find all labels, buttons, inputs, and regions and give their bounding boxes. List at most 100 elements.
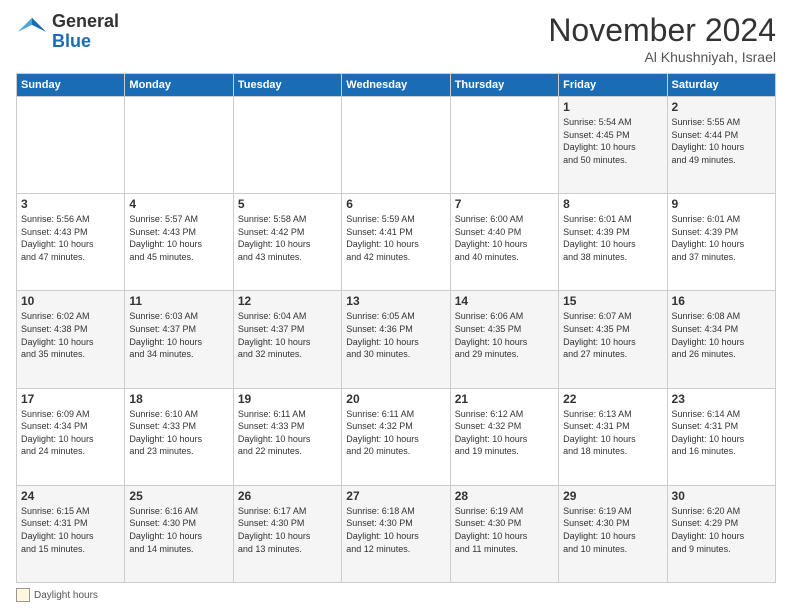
calendar-day-header: Saturday [667,74,775,97]
day-number: 25 [129,489,228,503]
day-number: 27 [346,489,445,503]
day-info: Sunrise: 6:01 AM Sunset: 4:39 PM Dayligh… [672,213,771,263]
day-info: Sunrise: 6:06 AM Sunset: 4:35 PM Dayligh… [455,310,554,360]
calendar-cell: 18Sunrise: 6:10 AM Sunset: 4:33 PM Dayli… [125,388,233,485]
day-info: Sunrise: 6:14 AM Sunset: 4:31 PM Dayligh… [672,408,771,458]
calendar-day-header: Friday [559,74,667,97]
legend-color [16,588,30,602]
calendar-day-header: Wednesday [342,74,450,97]
calendar-cell: 20 Sunrise: 6:11 AM Sunset: 4:32 PM Dayli… [342,388,450,485]
day-number: 29 [563,489,662,503]
title-block: November 2024 Al Khushniyah, Israel [548,12,776,65]
calendar-cell [342,97,450,194]
day-number: 24 [21,489,120,503]
day-info: Sunrise: 6:07 AM Sunset: 4:35 PM Dayligh… [563,310,662,360]
day-info: Sunrise: 5:56 AM Sunset: 4:43 PM Dayligh… [21,213,120,263]
logo-text: General Blue [52,12,119,52]
day-number: 19 [238,392,337,406]
calendar-cell: 29Sunrise: 6:19 AM Sunset: 4:30 PM Dayli… [559,485,667,582]
day-number: 26 [238,489,337,503]
day-number: 10 [21,294,120,308]
day-number: 22 [563,392,662,406]
day-number: 20 [346,392,445,406]
day-info: Sunrise: 6:02 AM Sunset: 4:38 PM Dayligh… [21,310,120,360]
day-info: Sunrise: 6:11 AM Sunset: 4:32 PM Dayligh… [346,408,445,458]
location-subtitle: Al Khushniyah, Israel [548,49,776,65]
day-info: Sunrise: 6:20 AM Sunset: 4:29 PM Dayligh… [672,505,771,555]
calendar-cell: 16Sunrise: 6:08 AM Sunset: 4:34 PM Dayli… [667,291,775,388]
calendar-cell: 12 Sunrise: 6:04 AM Sunset: 4:37 PM Dayli… [233,291,341,388]
day-number: 5 [238,197,337,211]
logo-blue: Blue [52,31,91,51]
calendar-cell: 30 Sunrise: 6:20 AM Sunset: 4:29 PM Dayli… [667,485,775,582]
calendar-week-row: 24 Sunrise: 6:15 AM Sunset: 4:31 PM Dayli… [17,485,776,582]
calendar-cell: 22 Sunrise: 6:13 AM Sunset: 4:31 PM Dayli… [559,388,667,485]
calendar-cell: 17Sunrise: 6:09 AM Sunset: 4:34 PM Dayli… [17,388,125,485]
calendar-header-row: SundayMondayTuesdayWednesdayThursdayFrid… [17,74,776,97]
calendar-day-header: Tuesday [233,74,341,97]
day-number: 7 [455,197,554,211]
calendar-day-header: Monday [125,74,233,97]
day-number: 23 [672,392,771,406]
logo-general: General [52,11,119,31]
day-number: 4 [129,197,228,211]
day-number: 13 [346,294,445,308]
day-info: Sunrise: 6:15 AM Sunset: 4:31 PM Dayligh… [21,505,120,555]
day-info: Sunrise: 6:13 AM Sunset: 4:31 PM Dayligh… [563,408,662,458]
calendar-cell: 19Sunrise: 6:11 AM Sunset: 4:33 PM Dayli… [233,388,341,485]
day-number: 30 [672,489,771,503]
calendar-cell: 25Sunrise: 6:16 AM Sunset: 4:30 PM Dayli… [125,485,233,582]
day-info: Sunrise: 5:54 AM Sunset: 4:45 PM Dayligh… [563,116,662,166]
calendar-week-row: 3 Sunrise: 5:56 AM Sunset: 4:43 PM Daylig… [17,194,776,291]
day-info: Sunrise: 6:03 AM Sunset: 4:37 PM Dayligh… [129,310,228,360]
day-info: Sunrise: 6:19 AM Sunset: 4:30 PM Dayligh… [455,505,554,555]
calendar-day-header: Sunday [17,74,125,97]
calendar-cell: 9 Sunrise: 6:01 AM Sunset: 4:39 PM Daylig… [667,194,775,291]
calendar-cell: 15Sunrise: 6:07 AM Sunset: 4:35 PM Dayli… [559,291,667,388]
calendar-cell: 5 Sunrise: 5:58 AM Sunset: 4:42 PM Daylig… [233,194,341,291]
calendar-cell: 13 Sunrise: 6:05 AM Sunset: 4:36 PM Dayli… [342,291,450,388]
page: General Blue November 2024 Al Khushniyah… [0,0,792,612]
calendar-cell: 21 Sunrise: 6:12 AM Sunset: 4:32 PM Dayli… [450,388,558,485]
day-number: 3 [21,197,120,211]
calendar-cell: 11 Sunrise: 6:03 AM Sunset: 4:37 PM Dayli… [125,291,233,388]
calendar-cell [125,97,233,194]
day-info: Sunrise: 5:55 AM Sunset: 4:44 PM Dayligh… [672,116,771,166]
logo-icon [16,16,48,48]
calendar-cell [233,97,341,194]
day-info: Sunrise: 5:57 AM Sunset: 4:43 PM Dayligh… [129,213,228,263]
day-info: Sunrise: 6:17 AM Sunset: 4:30 PM Dayligh… [238,505,337,555]
day-number: 28 [455,489,554,503]
day-info: Sunrise: 5:59 AM Sunset: 4:41 PM Dayligh… [346,213,445,263]
calendar-week-row: 1 Sunrise: 5:54 AM Sunset: 4:45 PM Daylig… [17,97,776,194]
calendar-cell: 27 Sunrise: 6:18 AM Sunset: 4:30 PM Dayli… [342,485,450,582]
calendar-cell: 10 Sunrise: 6:02 AM Sunset: 4:38 PM Dayli… [17,291,125,388]
calendar-week-row: 17Sunrise: 6:09 AM Sunset: 4:34 PM Dayli… [17,388,776,485]
calendar-cell [17,97,125,194]
calendar-cell: 2 Sunrise: 5:55 AM Sunset: 4:44 PM Daylig… [667,97,775,194]
calendar-cell: 8Sunrise: 6:01 AM Sunset: 4:39 PM Daylig… [559,194,667,291]
day-info: Sunrise: 6:00 AM Sunset: 4:40 PM Dayligh… [455,213,554,263]
day-info: Sunrise: 6:01 AM Sunset: 4:39 PM Dayligh… [563,213,662,263]
day-info: Sunrise: 6:09 AM Sunset: 4:34 PM Dayligh… [21,408,120,458]
day-info: Sunrise: 6:18 AM Sunset: 4:30 PM Dayligh… [346,505,445,555]
day-info: Sunrise: 5:58 AM Sunset: 4:42 PM Dayligh… [238,213,337,263]
day-number: 9 [672,197,771,211]
day-number: 21 [455,392,554,406]
day-number: 2 [672,100,771,114]
day-info: Sunrise: 6:04 AM Sunset: 4:37 PM Dayligh… [238,310,337,360]
day-number: 1 [563,100,662,114]
day-info: Sunrise: 6:05 AM Sunset: 4:36 PM Dayligh… [346,310,445,360]
day-number: 14 [455,294,554,308]
calendar-cell: 23 Sunrise: 6:14 AM Sunset: 4:31 PM Dayli… [667,388,775,485]
day-number: 12 [238,294,337,308]
month-title: November 2024 [548,12,776,49]
day-info: Sunrise: 6:10 AM Sunset: 4:33 PM Dayligh… [129,408,228,458]
logo: General Blue [16,12,119,52]
day-number: 16 [672,294,771,308]
calendar-cell: 24 Sunrise: 6:15 AM Sunset: 4:31 PM Dayli… [17,485,125,582]
day-info: Sunrise: 6:12 AM Sunset: 4:32 PM Dayligh… [455,408,554,458]
calendar-day-header: Thursday [450,74,558,97]
legend-label: Daylight hours [34,590,98,601]
day-number: 11 [129,294,228,308]
